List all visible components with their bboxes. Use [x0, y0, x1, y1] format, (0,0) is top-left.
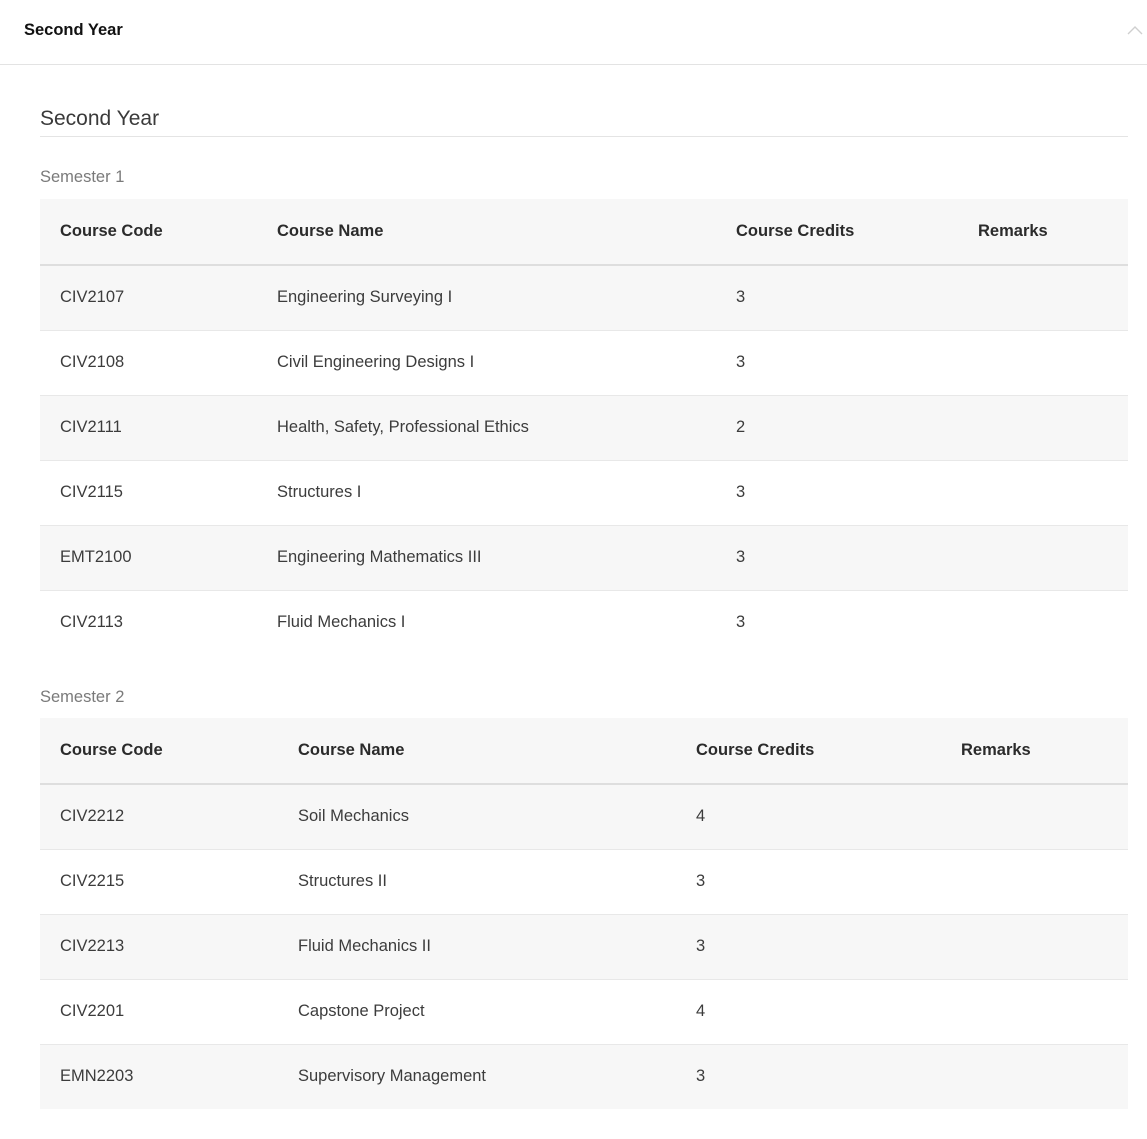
header-course-code: Course Code: [40, 199, 257, 266]
table-row: CIV2115 Structures I 3: [40, 460, 1128, 526]
course-remarks: [941, 914, 1128, 980]
section-divider: [40, 136, 1128, 137]
course-name: Civil Engineering Designs I: [257, 330, 716, 396]
header-course-name: Course Name: [278, 718, 676, 785]
course-name: Structures I: [257, 460, 716, 526]
course-credits: 3: [716, 330, 958, 396]
course-code: CIV2113: [40, 590, 257, 655]
header-remarks: Remarks: [958, 199, 1128, 266]
course-name: Fluid Mechanics I: [257, 590, 716, 655]
course-remarks: [941, 849, 1128, 915]
table-row: EMT2100 Engineering Mathematics III 3: [40, 525, 1128, 591]
course-credits: 3: [676, 914, 941, 980]
table-row: CIV2213 Fluid Mechanics II 3: [40, 914, 1128, 980]
course-credits: 3: [716, 460, 958, 526]
accordion-header-second-year[interactable]: Second Year: [0, 0, 1147, 65]
course-remarks: [941, 979, 1128, 1045]
table-row: CIV2212 Soil Mechanics 4: [40, 784, 1128, 850]
course-name: Soil Mechanics: [278, 784, 676, 850]
table-row: CIV2113 Fluid Mechanics I 3: [40, 590, 1128, 655]
course-remarks: [958, 330, 1128, 396]
course-credits: 3: [676, 849, 941, 915]
course-code: CIV2215: [40, 849, 278, 915]
course-code: CIV2108: [40, 330, 257, 396]
table-row: EMN2203 Supervisory Management 3: [40, 1044, 1128, 1109]
course-remarks: [958, 590, 1128, 655]
course-code: EMT2100: [40, 525, 257, 591]
course-name: Engineering Mathematics III: [257, 525, 716, 591]
course-code: CIV2115: [40, 460, 257, 526]
course-credits: 3: [716, 590, 958, 655]
course-name: Health, Safety, Professional Ethics: [257, 395, 716, 461]
semester-1-table: Course Code Course Name Course Credits R…: [40, 199, 1128, 655]
table-row: CIV2111 Health, Safety, Professional Eth…: [40, 395, 1128, 461]
course-remarks: [958, 525, 1128, 591]
accordion-title: Second Year: [24, 21, 123, 39]
header-course-code: Course Code: [40, 718, 278, 785]
course-remarks: [958, 460, 1128, 526]
course-code: CIV2111: [40, 395, 257, 461]
semester-2-table: Course Code Course Name Course Credits R…: [40, 718, 1128, 1109]
course-remarks: [941, 1044, 1128, 1109]
table-row: CIV2201 Capstone Project 4: [40, 979, 1128, 1045]
table-header-row: Course Code Course Name Course Credits R…: [40, 718, 1128, 785]
header-course-credits: Course Credits: [676, 718, 941, 785]
table-header-row: Course Code Course Name Course Credits R…: [40, 199, 1128, 266]
course-remarks: [941, 784, 1128, 850]
course-code: CIV2212: [40, 784, 278, 850]
section-title: Second Year: [40, 107, 160, 130]
header-course-credits: Course Credits: [716, 199, 958, 266]
course-name: Engineering Surveying I: [257, 265, 716, 331]
table-row: CIV2108 Civil Engineering Designs I 3: [40, 330, 1128, 396]
table-row: CIV2107 Engineering Surveying I 3: [40, 265, 1128, 331]
course-credits: 4: [676, 784, 941, 850]
course-name: Supervisory Management: [278, 1044, 676, 1109]
chevron-up-icon[interactable]: [1127, 24, 1143, 36]
course-credits: 3: [716, 525, 958, 591]
course-name: Structures II: [278, 849, 676, 915]
course-code: CIV2213: [40, 914, 278, 980]
course-remarks: [958, 265, 1128, 331]
course-credits: 3: [676, 1044, 941, 1109]
course-code: CIV2107: [40, 265, 257, 331]
course-credits: 3: [716, 265, 958, 331]
course-code: CIV2201: [40, 979, 278, 1045]
course-credits: 2: [716, 395, 958, 461]
course-code: EMN2203: [40, 1044, 278, 1109]
header-remarks: Remarks: [941, 718, 1128, 785]
semester-1-label: Semester 1: [40, 168, 125, 186]
table-row: CIV2215 Structures II 3: [40, 849, 1128, 915]
semester-2-label: Semester 2: [40, 688, 125, 706]
course-name: Fluid Mechanics II: [278, 914, 676, 980]
course-remarks: [958, 395, 1128, 461]
header-course-name: Course Name: [257, 199, 716, 266]
course-credits: 4: [676, 979, 941, 1045]
course-name: Capstone Project: [278, 979, 676, 1045]
